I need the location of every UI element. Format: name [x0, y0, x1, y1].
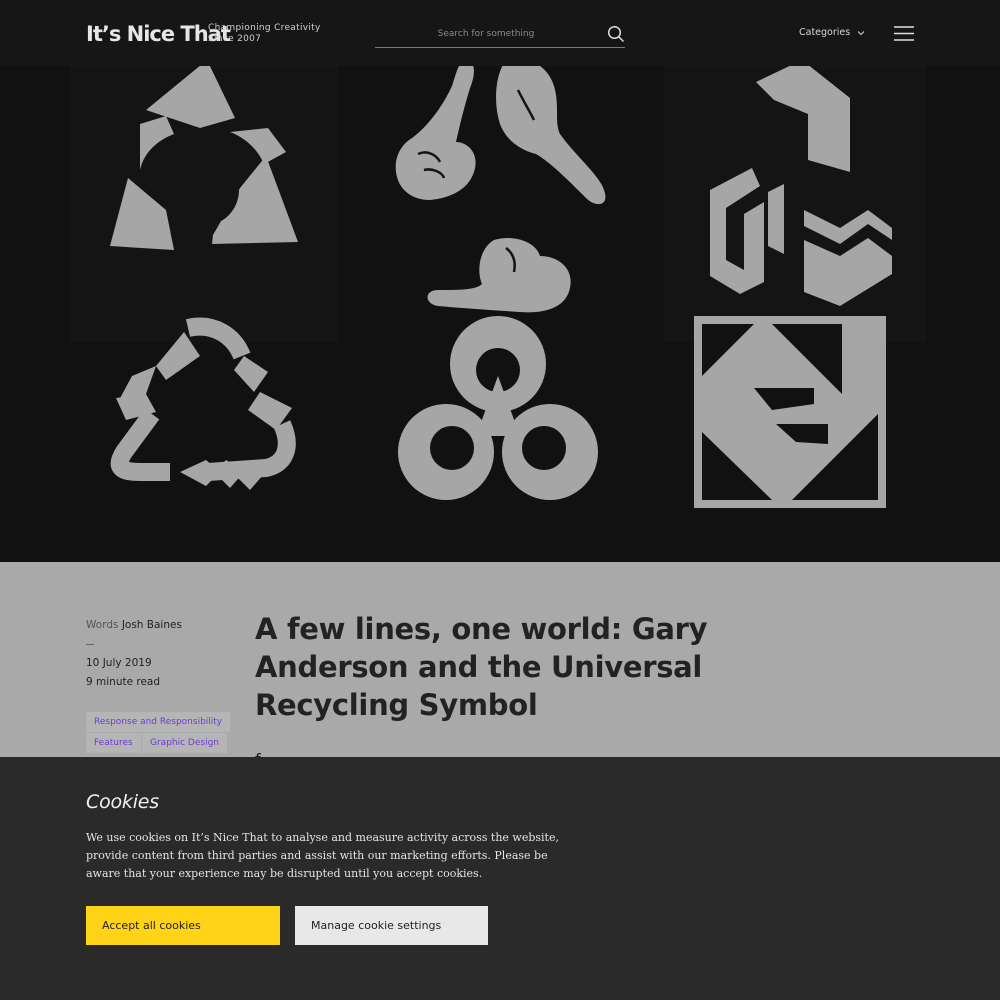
search-bar — [375, 20, 625, 48]
meta-divider — [86, 644, 94, 645]
hero-image — [0, 58, 1000, 562]
site-tagline: Championing Creativity Since 2007 — [208, 23, 321, 45]
recycling-symbol-square-arrows-icon — [692, 314, 888, 510]
accept-cookies-button[interactable]: Accept all cookies — [86, 906, 280, 945]
chevron-down-icon — [857, 31, 865, 36]
read-time: 9 minute read — [86, 676, 161, 688]
search-icon[interactable] — [607, 25, 625, 43]
hamburger-menu-icon[interactable] — [894, 26, 914, 41]
recycling-symbol-arrows-icon — [96, 312, 306, 512]
categories-label: Categories — [799, 27, 851, 38]
tagline-line-2: Since 2007 — [208, 34, 262, 44]
cookie-title: Cookies — [86, 791, 159, 813]
article-title: A few lines, one world: Gary Anderson an… — [255, 612, 708, 722]
site-header: It’s Nice That Championing Creativity Si… — [0, 0, 1000, 66]
categories-dropdown[interactable]: Categories — [799, 26, 865, 40]
tag-graphic-design[interactable]: Graphic Design — [142, 733, 227, 753]
manage-cookies-button[interactable]: Manage cookie settings — [295, 906, 488, 945]
recycling-symbol-blocks-icon — [70, 60, 338, 342]
recycling-symbol-chevrons-icon — [664, 60, 926, 342]
search-input[interactable] — [375, 24, 597, 44]
cookie-text: We use cookies on It’s Nice That to anal… — [86, 831, 559, 880]
cookie-banner: Cookies We use cookies on It’s Nice That… — [0, 757, 1000, 1000]
recycling-symbol-hands-icon — [364, 58, 634, 346]
author-link[interactable]: Josh Baines — [122, 619, 182, 631]
tag-features[interactable]: Features — [86, 733, 141, 753]
publish-date: 10 July 2019 — [86, 657, 152, 669]
recycling-symbol-loops-icon — [392, 310, 604, 506]
tagline-line-1: Championing Creativity — [208, 23, 321, 33]
words-label: Words — [86, 619, 119, 631]
tag-response-and-responsibility[interactable]: Response and Responsibility — [86, 712, 231, 732]
author-byline: Words Josh Baines — [86, 618, 182, 632]
